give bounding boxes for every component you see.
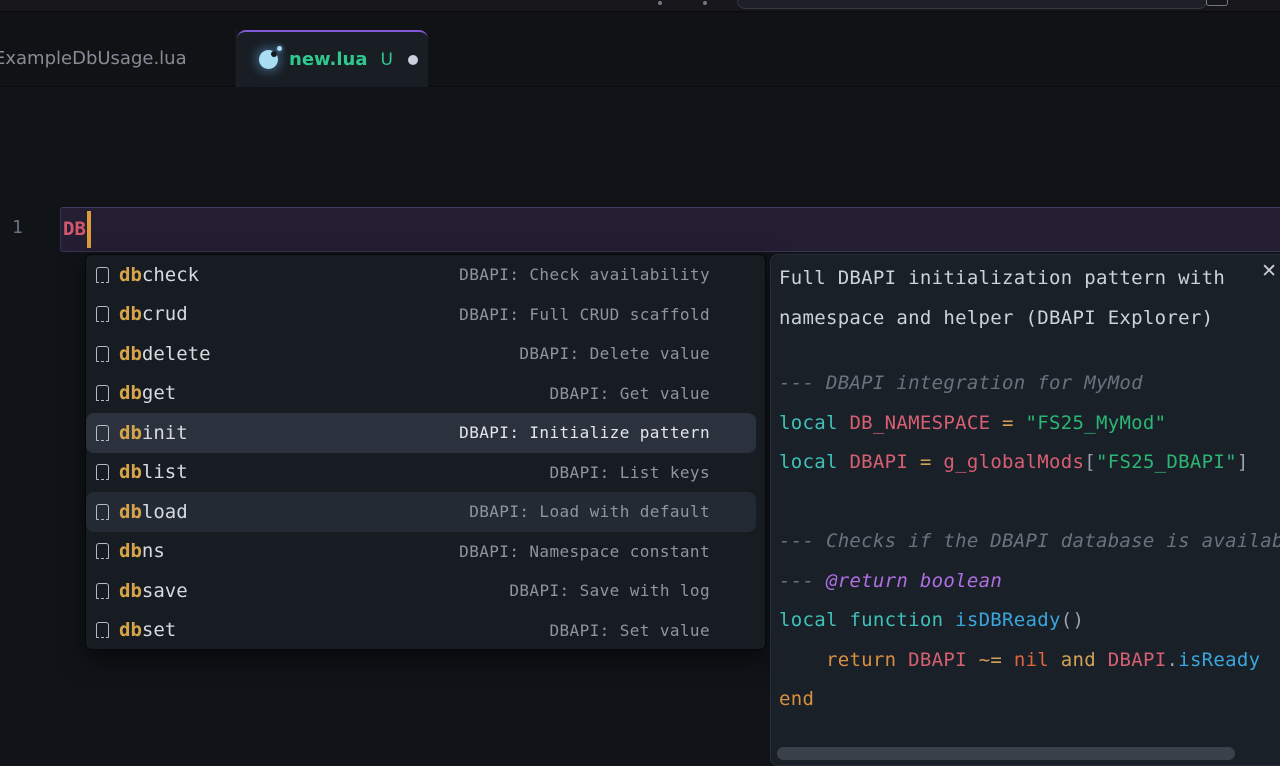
suggest-item-label: dbcheck xyxy=(119,264,199,286)
suggest-item-description: DBAPI: Load with default xyxy=(469,502,710,521)
snippet-icon xyxy=(96,622,109,638)
doc-blank-line xyxy=(779,483,1280,523)
suggest-item-dbinit[interactable]: dbinit DBAPI: Initialize pattern xyxy=(86,413,756,453)
doc-content: Full DBAPI initialization pattern withna… xyxy=(779,259,1280,720)
suggest-item-label: dbget xyxy=(119,382,176,404)
doc-code-line: local function isDBReady() xyxy=(779,601,1280,641)
doc-code-line: return DBAPI ~= nil and DBAPI.isReady xyxy=(779,641,1280,681)
suggest-item-dbset[interactable]: dbset DBAPI: Set value xyxy=(86,611,756,651)
suggest-item-description: DBAPI: Namespace constant xyxy=(459,542,710,561)
tab-new-lua[interactable]: new.lua U xyxy=(237,30,428,87)
doc-blank-line xyxy=(779,338,1280,364)
doc-code-line: end xyxy=(779,680,1280,720)
suggest-item-description: DBAPI: Full CRUD scaffold xyxy=(459,305,710,324)
snippet-icon xyxy=(96,583,109,599)
suggest-docs-panel: ✕ Full DBAPI initialization pattern with… xyxy=(770,254,1280,766)
suggest-item-description: DBAPI: Set value xyxy=(549,621,710,640)
suggest-item-label: dblist xyxy=(119,461,188,483)
doc-code-line: local DB_NAMESPACE = "FS25_MyMod" xyxy=(779,404,1280,444)
doc-code-line: local DBAPI = g_globalMods["FS25_DBAPI"] xyxy=(779,443,1280,483)
text-cursor xyxy=(87,211,91,248)
tab-exampledbusage[interactable]: ExampleDbUsage.lua xyxy=(0,30,237,87)
snippet-icon xyxy=(96,425,109,441)
snippet-icon xyxy=(96,543,109,559)
snippet-icon xyxy=(96,306,109,322)
line-number: 1 xyxy=(12,217,23,238)
lua-file-icon xyxy=(259,50,278,69)
doc-header-line: Full DBAPI initialization pattern with xyxy=(779,259,1280,299)
doc-header-line: namespace and helper (DBAPI Explorer) xyxy=(779,299,1280,339)
current-line-highlight xyxy=(60,207,1280,252)
doc-code-line: --- @return boolean xyxy=(779,562,1280,602)
nav-back-icon[interactable] xyxy=(658,1,662,5)
suggest-item-dbcheck[interactable]: dbcheck DBAPI: Check availability xyxy=(86,255,756,295)
modified-dot-icon[interactable] xyxy=(408,55,418,65)
suggest-item-label: dbsave xyxy=(119,580,188,602)
suggest-widget: dbcheck DBAPI: Check availability dbcrud DB… xyxy=(85,254,766,650)
suggest-item-description: DBAPI: Get value xyxy=(549,384,710,403)
suggest-item-label: dbdelete xyxy=(119,343,211,365)
snippet-icon xyxy=(96,267,109,283)
tab-bar: ExampleDbUsage.lua new.lua U xyxy=(0,12,1280,87)
suggest-item-dbcrud[interactable]: dbcrud DBAPI: Full CRUD scaffold xyxy=(86,295,756,335)
command-center[interactable] xyxy=(737,0,1207,9)
suggest-item-description: DBAPI: Check availability xyxy=(459,265,710,284)
layout-toggle-icon[interactable] xyxy=(1206,0,1228,6)
snippet-icon xyxy=(96,464,109,480)
suggest-item-dbsave[interactable]: dbsave DBAPI: Save with log xyxy=(86,571,756,611)
doc-code-line: --- Checks if the DBAPI database is avai… xyxy=(779,522,1280,562)
snippet-icon xyxy=(96,346,109,362)
snippet-icon xyxy=(96,504,109,520)
suggest-item-dbget[interactable]: dbget DBAPI: Get value xyxy=(86,374,756,414)
suggest-item-description: DBAPI: List keys xyxy=(549,463,710,482)
suggest-item-description: DBAPI: Delete value xyxy=(519,344,710,363)
suggest-item-label: dbcrud xyxy=(119,303,188,325)
doc-code-line: --- DBAPI integration for MyMod xyxy=(779,364,1280,404)
suggest-item-description: DBAPI: Save with log xyxy=(509,581,710,600)
suggest-item-label: dbload xyxy=(119,501,188,523)
suggest-item-dblist[interactable]: dblist DBAPI: List keys xyxy=(86,453,756,493)
title-bar xyxy=(0,0,1280,12)
git-status-badge: U xyxy=(380,50,392,70)
tab-label: new.lua xyxy=(289,49,367,70)
suggest-item-label: dbset xyxy=(119,619,176,641)
editor-area[interactable]: 1 DB dbcheckDBAPI: Check availabilitydbc… xyxy=(0,88,1280,720)
suggest-item-dbdelete[interactable]: dbdelete DBAPI: Delete value xyxy=(86,334,756,374)
suggest-item-label: dbinit xyxy=(119,422,188,444)
suggest-item-description: DBAPI: Initialize pattern xyxy=(459,423,710,442)
editor-text: DB xyxy=(63,218,86,240)
snippet-icon xyxy=(96,385,109,401)
nav-forward-icon[interactable] xyxy=(703,1,707,5)
suggest-item-dbns[interactable]: dbns DBAPI: Namespace constant xyxy=(86,532,756,572)
doc-horizontal-scrollbar[interactable] xyxy=(777,747,1235,760)
suggest-item-dbload[interactable]: dbload DBAPI: Load with default xyxy=(86,492,756,532)
tab-label: ExampleDbUsage.lua xyxy=(0,48,187,69)
suggest-item-label: dbns xyxy=(119,540,165,562)
